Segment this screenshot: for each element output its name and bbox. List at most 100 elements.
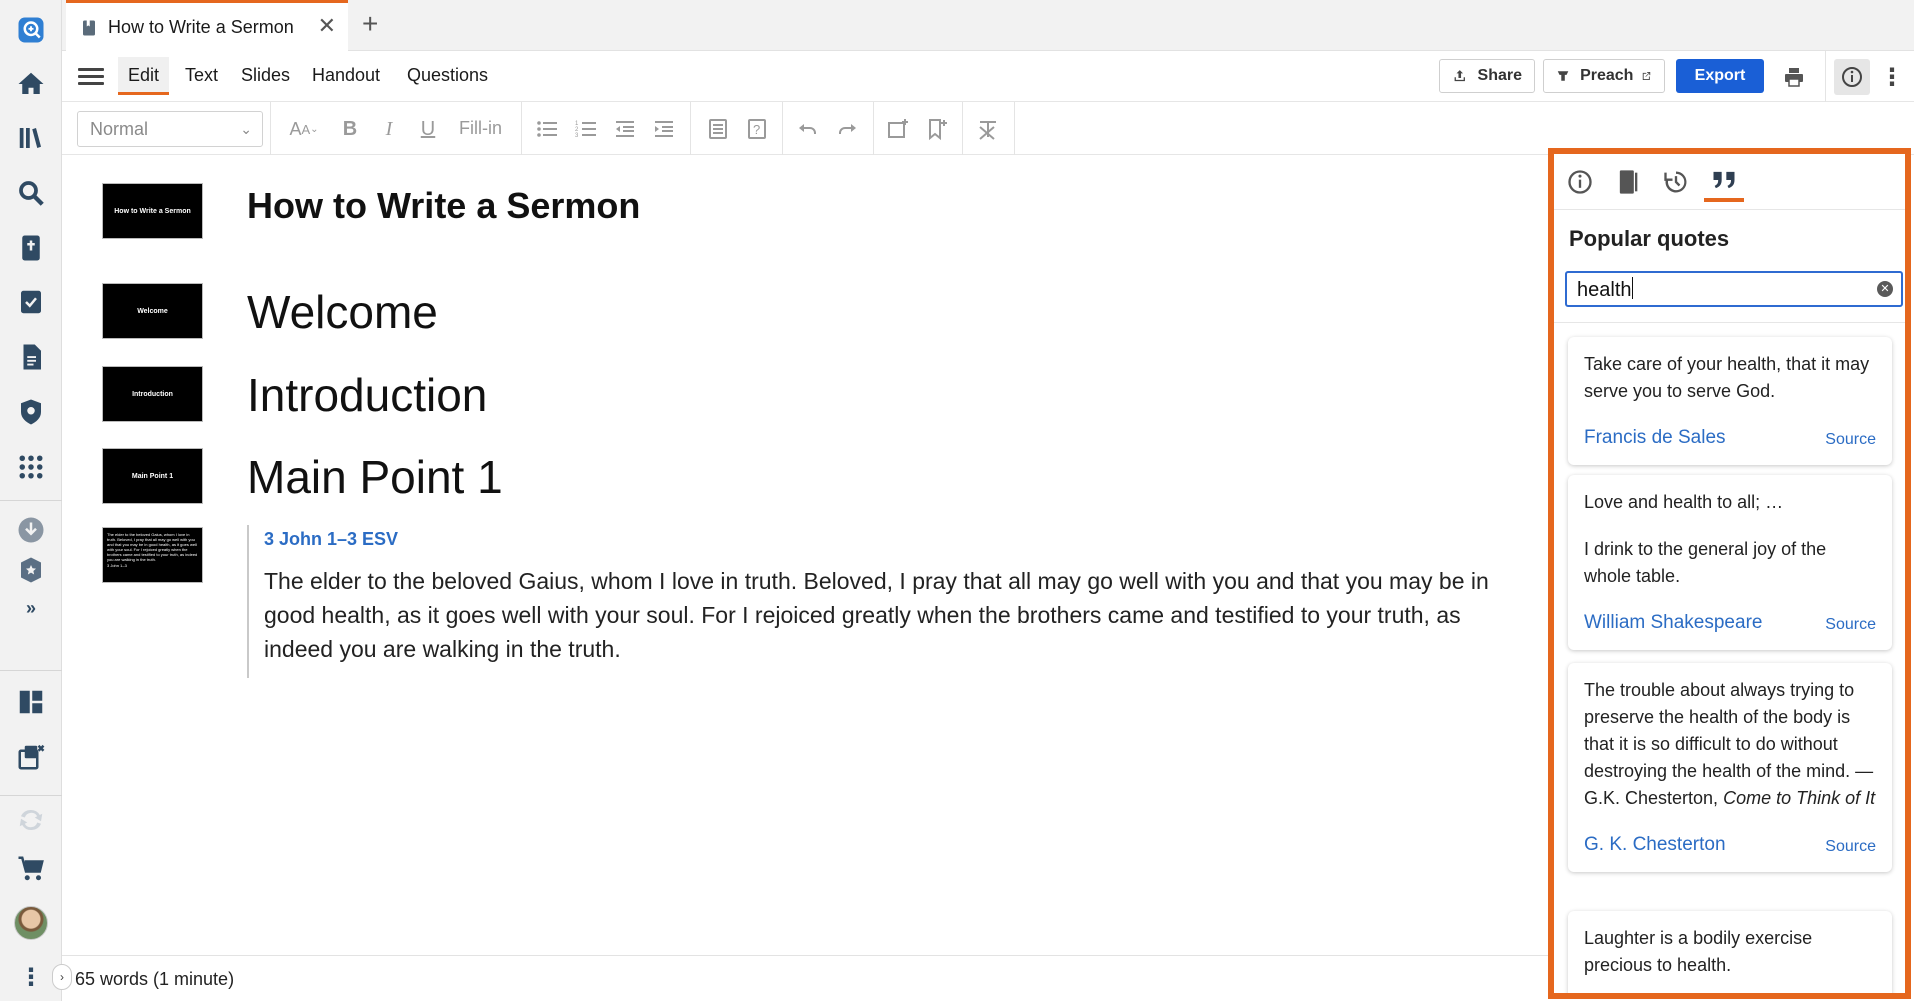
tab-bar: How to Write a Sermon ✕ +	[62, 0, 1914, 52]
library-icon[interactable]	[11, 118, 51, 158]
quote-source-link[interactable]: Source	[1825, 838, 1876, 856]
panel-tabs	[1554, 154, 1905, 210]
undo-icon[interactable]	[793, 114, 823, 144]
word-count: 65 words (1 minute)	[75, 969, 235, 989]
preach-label: Preach	[1580, 67, 1634, 84]
tab-document[interactable]: How to Write a Sermon ✕	[66, 0, 348, 52]
toolbar-divider	[1014, 102, 1015, 155]
home-icon[interactable]	[11, 64, 51, 104]
hamburger-menu-icon[interactable]	[78, 64, 104, 88]
menu-divider	[1825, 51, 1826, 102]
panel-title: Popular quotes	[1569, 226, 1730, 251]
slide-heading[interactable]: Welcome	[247, 285, 438, 339]
slide-thumbnail[interactable]: Main Point 1	[102, 448, 203, 504]
slide-thumbnail[interactable]: Introduction	[102, 366, 203, 422]
paragraph-style-select[interactable]: Normal ⌄	[77, 111, 263, 147]
menu-questions[interactable]: Questions	[397, 57, 498, 95]
toolbar-divider	[962, 102, 963, 155]
svg-text:3: 3	[575, 133, 579, 139]
scripture-slide-thumbnail[interactable]: The elder to the beloved Gaius, whom I l…	[102, 527, 203, 583]
more-options-icon[interactable]: ⋮	[1874, 59, 1910, 95]
share-icon	[1454, 70, 1465, 82]
notes-tab-icon[interactable]	[1608, 162, 1648, 202]
toolbar-divider	[873, 102, 874, 155]
document-icon[interactable]	[11, 337, 51, 377]
outdent-icon[interactable]	[610, 114, 640, 144]
menu-text[interactable]: Text	[175, 57, 228, 95]
italic-icon[interactable]: I	[374, 114, 404, 144]
search-icon[interactable]	[11, 173, 51, 213]
info-panel-toggle-icon[interactable]	[1834, 59, 1870, 95]
indent-icon[interactable]	[649, 114, 679, 144]
slide-thumbnail[interactable]: Welcome	[102, 283, 203, 339]
editor-canvas[interactable]: How to Write a Sermon How to Write a Ser…	[62, 155, 1550, 955]
insert-question-icon[interactable]: ?	[742, 114, 772, 144]
underline-icon[interactable]: U	[413, 114, 443, 144]
close-tab-icon[interactable]: ✕	[318, 15, 336, 37]
quote-source-link[interactable]: Source	[1825, 616, 1876, 634]
quote-text-continued: I drink to the general joy of the whole …	[1584, 539, 1827, 586]
scripture-block[interactable]: 3 John 1–3 ESV The elder to the beloved …	[247, 525, 1517, 678]
toolbar-divider	[690, 102, 691, 155]
quote-card[interactable]: Love and health to all; … I drink to the…	[1568, 475, 1892, 650]
quote-author-link[interactable]: Francis de Sales	[1584, 427, 1726, 449]
quote-card[interactable]: The trouble about always trying to prese…	[1568, 663, 1892, 872]
bullet-list-icon[interactable]	[532, 114, 562, 144]
print-icon[interactable]	[1776, 59, 1812, 95]
bold-icon[interactable]: B	[335, 114, 365, 144]
title-slide-thumbnail[interactable]: How to Write a Sermon	[102, 183, 203, 239]
chevron-down-icon: ⌄	[240, 121, 252, 137]
quote-search-input[interactable]: health ✕	[1565, 271, 1903, 307]
quote-card[interactable]: Take care of your health, that it may se…	[1568, 337, 1892, 465]
more-icon[interactable]: ⋮	[11, 958, 51, 998]
font-size-icon[interactable]: A A ⌄	[282, 114, 326, 144]
sync-icon[interactable]	[11, 800, 51, 840]
bookmark-add-icon[interactable]	[922, 114, 952, 144]
chevron-right-icon[interactable]: ›	[52, 964, 72, 990]
quote-text: Love and health to all; …	[1584, 492, 1784, 512]
thumb-scripture-ref: 3 John 1–3	[107, 563, 127, 568]
expand-icon[interactable]: »	[11, 588, 51, 628]
share-button[interactable]: Share	[1439, 59, 1535, 93]
badge-icon[interactable]	[11, 550, 51, 590]
pulpit-icon	[1557, 71, 1569, 81]
quote-card[interactable]: Laughter is a bodily exercise precious t…	[1568, 911, 1892, 993]
quote-author-link[interactable]: William Shakespeare	[1584, 612, 1762, 634]
quote-source-link[interactable]: Source	[1825, 431, 1876, 449]
history-tab-icon[interactable]	[1656, 162, 1696, 202]
avatar[interactable]	[14, 906, 48, 940]
menu-slides[interactable]: Slides	[231, 57, 300, 95]
add-slide-icon[interactable]	[883, 114, 913, 144]
info-tab-icon[interactable]	[1560, 162, 1600, 202]
redo-icon[interactable]	[832, 114, 862, 144]
toolbar-divider	[270, 102, 271, 155]
clear-search-icon[interactable]: ✕	[1877, 281, 1893, 297]
cart-icon[interactable]	[11, 849, 51, 889]
new-tab-icon[interactable]: +	[362, 10, 378, 38]
document-title[interactable]: How to Write a Sermon	[247, 185, 640, 227]
app: » ⋮ How to Write a Sermon ✕ + Edit Text …	[0, 0, 1914, 1001]
preach-button[interactable]: Preach	[1543, 59, 1665, 93]
bible-icon[interactable]	[11, 228, 51, 268]
shield-icon[interactable]	[11, 392, 51, 432]
clear-formatting-icon[interactable]	[973, 114, 1003, 144]
fill-in-button[interactable]: Fill-in	[459, 118, 502, 139]
menu-handout[interactable]: Handout	[302, 57, 390, 95]
download-icon[interactable]	[11, 510, 51, 550]
insert-block-icon[interactable]	[703, 114, 733, 144]
quote-author-link[interactable]: G. K. Chesterton	[1584, 834, 1726, 856]
scripture-text[interactable]: The elder to the beloved Gaius, whom I l…	[264, 564, 1517, 678]
numbered-list-icon[interactable]: 123	[571, 114, 601, 144]
app-logo-icon[interactable]	[11, 10, 51, 50]
close-panels-icon[interactable]	[11, 737, 51, 777]
slide-heading[interactable]: Main Point 1	[247, 450, 503, 504]
slide-heading[interactable]: Introduction	[247, 368, 487, 422]
layout-icon[interactable]	[11, 682, 51, 722]
apps-icon[interactable]	[11, 447, 51, 487]
checklist-icon[interactable]	[11, 282, 51, 322]
export-button[interactable]: Export	[1676, 59, 1764, 93]
quotes-tab-icon[interactable]	[1704, 162, 1744, 202]
external-link-icon	[1643, 72, 1651, 80]
menu-edit[interactable]: Edit	[118, 57, 170, 95]
scripture-reference-link[interactable]: 3 John 1–3 ESV	[264, 529, 1517, 550]
